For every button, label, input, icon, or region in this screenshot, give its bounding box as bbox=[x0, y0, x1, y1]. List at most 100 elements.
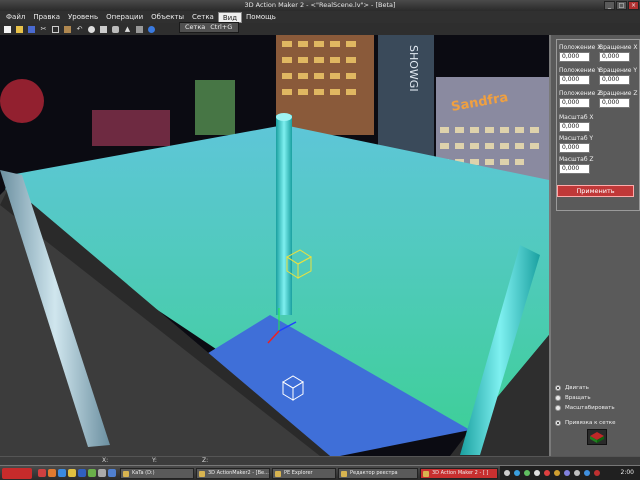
pos-x-field[interactable]: 0,000 bbox=[559, 52, 590, 62]
paste-icon[interactable] bbox=[63, 25, 72, 34]
task-label: Редактор реестра bbox=[350, 470, 398, 476]
tray-icon-6[interactable] bbox=[554, 470, 560, 476]
dropdown-shortcut: Ctrl+G bbox=[210, 23, 233, 31]
quicklaunch-icon-1[interactable] bbox=[38, 469, 46, 477]
new-file-icon[interactable] bbox=[3, 25, 12, 34]
tray-icon-10[interactable] bbox=[594, 470, 600, 476]
system-tray: 2:00 bbox=[500, 466, 640, 480]
box-icon[interactable] bbox=[99, 25, 108, 34]
cone-icon[interactable]: ▲ bbox=[123, 25, 132, 34]
trash-icon[interactable] bbox=[135, 25, 144, 34]
menu-operations[interactable]: Операции bbox=[102, 12, 147, 23]
tray-icon-2[interactable] bbox=[514, 470, 520, 476]
neon-sign-left bbox=[0, 79, 44, 123]
rot-x-field[interactable]: 0,000 bbox=[599, 52, 630, 62]
pos-z-field[interactable]: 0,000 bbox=[559, 98, 590, 108]
undo-icon[interactable]: ↶ bbox=[75, 25, 84, 34]
snap-grid-icon[interactable] bbox=[587, 429, 607, 445]
quicklaunch-icon-7[interactable] bbox=[98, 469, 106, 477]
quicklaunch-icon-6[interactable] bbox=[88, 469, 96, 477]
quicklaunch-icon-3[interactable] bbox=[58, 469, 66, 477]
rotate-radio[interactable] bbox=[555, 395, 561, 401]
snap-label: Привязка к сетке bbox=[565, 420, 616, 426]
scale-x-field[interactable]: 0,000 bbox=[559, 122, 590, 132]
task-actionmaker-active[interactable]: 3D Action Maker 2 - [ ] bbox=[420, 468, 498, 479]
menu-view[interactable]: Вид bbox=[217, 11, 243, 23]
minimize-button[interactable]: _ bbox=[604, 1, 615, 10]
view-dropdown[interactable]: Сетка Ctrl+G bbox=[179, 22, 239, 33]
scale-y-field[interactable]: 0,000 bbox=[559, 143, 590, 153]
task-label: KaTa (D:) bbox=[132, 470, 155, 476]
tower-sign-text: SHOWGI bbox=[407, 45, 420, 92]
move-radio[interactable] bbox=[555, 385, 561, 391]
menu-help[interactable]: Помощь bbox=[242, 12, 280, 23]
menu-file[interactable]: Файл bbox=[2, 12, 29, 23]
neon-tower bbox=[195, 80, 235, 135]
task-label: 3D ActionMaker2 - [Be... bbox=[208, 470, 269, 476]
task-drive-d[interactable]: KaTa (D:) bbox=[120, 468, 194, 479]
rot-y-field[interactable]: 0,000 bbox=[599, 75, 630, 85]
mode-move-option[interactable]: Двигать bbox=[555, 385, 589, 391]
tray-icon-7[interactable] bbox=[564, 470, 570, 476]
mode-rotate-option[interactable]: Вращать bbox=[555, 395, 591, 401]
task-pe-explorer[interactable]: PE Explorer bbox=[272, 468, 336, 479]
tray-icon-3[interactable] bbox=[524, 470, 530, 476]
tray-icon-9[interactable] bbox=[584, 470, 590, 476]
registry-icon bbox=[341, 471, 347, 477]
snap-radio[interactable] bbox=[555, 420, 561, 426]
copy-icon[interactable] bbox=[51, 25, 60, 34]
pos-x-label: Положение X bbox=[559, 44, 602, 51]
task-label: PE Explorer bbox=[284, 470, 313, 476]
save-icon[interactable] bbox=[27, 25, 36, 34]
close-button[interactable]: × bbox=[628, 1, 639, 10]
status-bar: X: Y: Z: bbox=[0, 456, 640, 465]
status-x: X: bbox=[102, 457, 109, 464]
open-folder-icon[interactable] bbox=[15, 25, 24, 34]
maximize-button[interactable]: □ bbox=[616, 1, 627, 10]
app-icon bbox=[423, 471, 429, 477]
tray-icon-8[interactable] bbox=[574, 470, 580, 476]
mode-scale-option[interactable]: Масштабировать bbox=[555, 405, 615, 411]
scale-z-field[interactable]: 0,000 bbox=[559, 164, 590, 174]
quicklaunch-icon-5[interactable] bbox=[78, 469, 86, 477]
task-registry-editor[interactable]: Редактор реестра bbox=[338, 468, 418, 479]
quicklaunch-icon-2[interactable] bbox=[48, 469, 56, 477]
3d-viewport[interactable]: SHOWGI Sandfra bbox=[0, 35, 549, 456]
menu-objects[interactable]: Объекты bbox=[147, 12, 188, 23]
scale-radio[interactable] bbox=[555, 405, 561, 411]
menu-grid[interactable]: Сетка bbox=[188, 12, 218, 23]
cylinder-icon[interactable] bbox=[111, 25, 120, 34]
start-button[interactable] bbox=[2, 468, 32, 479]
rot-y-label: Вращение Y bbox=[599, 67, 638, 74]
snap-option[interactable]: Привязка к сетке bbox=[555, 420, 616, 426]
rotate-label: Вращать bbox=[565, 395, 591, 401]
rot-z-field[interactable]: 0,000 bbox=[599, 98, 630, 108]
scale-z-label: Масштаб Z bbox=[559, 156, 594, 163]
neon-building-left bbox=[92, 110, 170, 146]
rot-x-label: Вращение X bbox=[599, 44, 638, 51]
scale-x-label: Масштаб X bbox=[559, 114, 594, 121]
pos-z-label: Положение Z bbox=[559, 90, 602, 97]
move-label: Двигать bbox=[565, 385, 589, 391]
folder-icon bbox=[123, 471, 129, 477]
window-title: 3D Action Maker 2 - <"RealScene.lv"> - [… bbox=[244, 1, 396, 9]
pos-y-field[interactable]: 0,000 bbox=[559, 75, 590, 85]
quicklaunch-icon-4[interactable] bbox=[68, 469, 76, 477]
clock[interactable]: 2:00 bbox=[621, 466, 634, 480]
tray-icon-1[interactable] bbox=[504, 470, 510, 476]
dropdown-grid-item[interactable]: Сетка bbox=[185, 23, 205, 32]
menu-edit[interactable]: Правка bbox=[29, 12, 64, 23]
info-icon[interactable] bbox=[147, 25, 156, 34]
task-actionmaker-beta[interactable]: 3D ActionMaker2 - [Be... bbox=[196, 468, 270, 479]
tray-icon-4[interactable] bbox=[534, 470, 540, 476]
rot-z-label: Вращение Z bbox=[599, 90, 638, 97]
sphere-icon[interactable] bbox=[87, 25, 96, 34]
app-icon bbox=[199, 471, 205, 477]
apply-button[interactable]: Применить bbox=[557, 185, 634, 197]
quicklaunch-icon-8[interactable] bbox=[108, 469, 116, 477]
tray-icon-5[interactable] bbox=[544, 470, 550, 476]
pillar-back-top bbox=[276, 113, 292, 121]
menu-level[interactable]: Уровень bbox=[64, 12, 102, 23]
cut-icon[interactable]: ✂ bbox=[39, 25, 48, 34]
properties-panel: Положение X Вращение X 0,000 0,000 Полож… bbox=[549, 35, 640, 456]
